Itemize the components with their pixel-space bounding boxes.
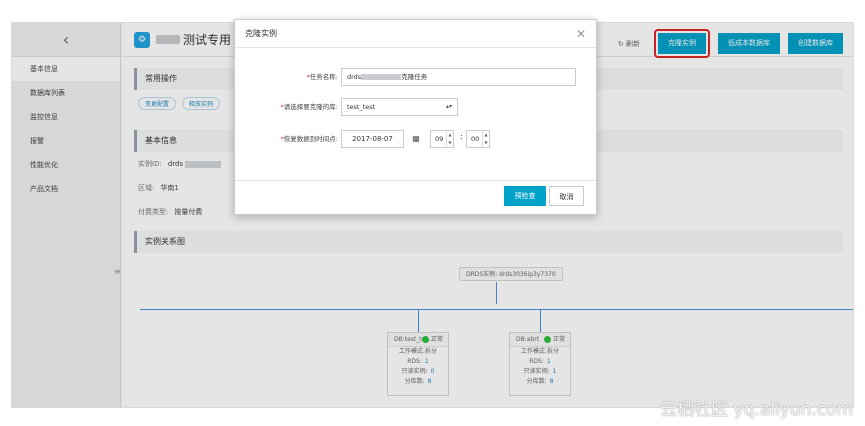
- task-name-input[interactable]: drds 克隆任务: [341, 68, 576, 86]
- close-icon[interactable]: ✕: [576, 20, 586, 48]
- redacted-text: [361, 74, 402, 80]
- date-input[interactable]: 2017-08-07: [341, 130, 404, 148]
- clone-instance-dialog: 克隆实例 ✕ *任务名称: drds 克隆任务 *请选择要克隆的库: test_t…: [234, 19, 597, 215]
- hour-stepper[interactable]: 09 ▲ ▼: [430, 130, 454, 148]
- database-select[interactable]: test_test ▴▾: [341, 98, 458, 116]
- dialog-title: 克隆实例 ✕: [235, 20, 596, 48]
- dialog-footer: 预检查 取消: [235, 180, 596, 214]
- restore-time-row: *恢复数据到时间点: 2017-08-07 ▦ 09 ▲ ▼ : 00 ▲ ▼: [235, 130, 596, 148]
- stepper-arrows-icon[interactable]: ▲ ▼: [446, 131, 453, 147]
- watermark-text: 云栖社区 yq.aliyun.com: [660, 400, 853, 420]
- stepper-arrows-icon[interactable]: ▲ ▼: [482, 131, 489, 147]
- calendar-icon[interactable]: ▦: [407, 130, 425, 148]
- minute-stepper[interactable]: 00 ▲ ▼: [466, 130, 490, 148]
- precheck-button[interactable]: 预检查: [504, 186, 546, 206]
- cancel-button[interactable]: 取消: [549, 186, 584, 206]
- select-arrows-icon: ▴▾: [445, 103, 452, 110]
- db-select-row: *请选择要克隆的库: test_test ▴▾: [235, 98, 596, 116]
- task-name-row: *任务名称: drds 克隆任务: [235, 68, 596, 86]
